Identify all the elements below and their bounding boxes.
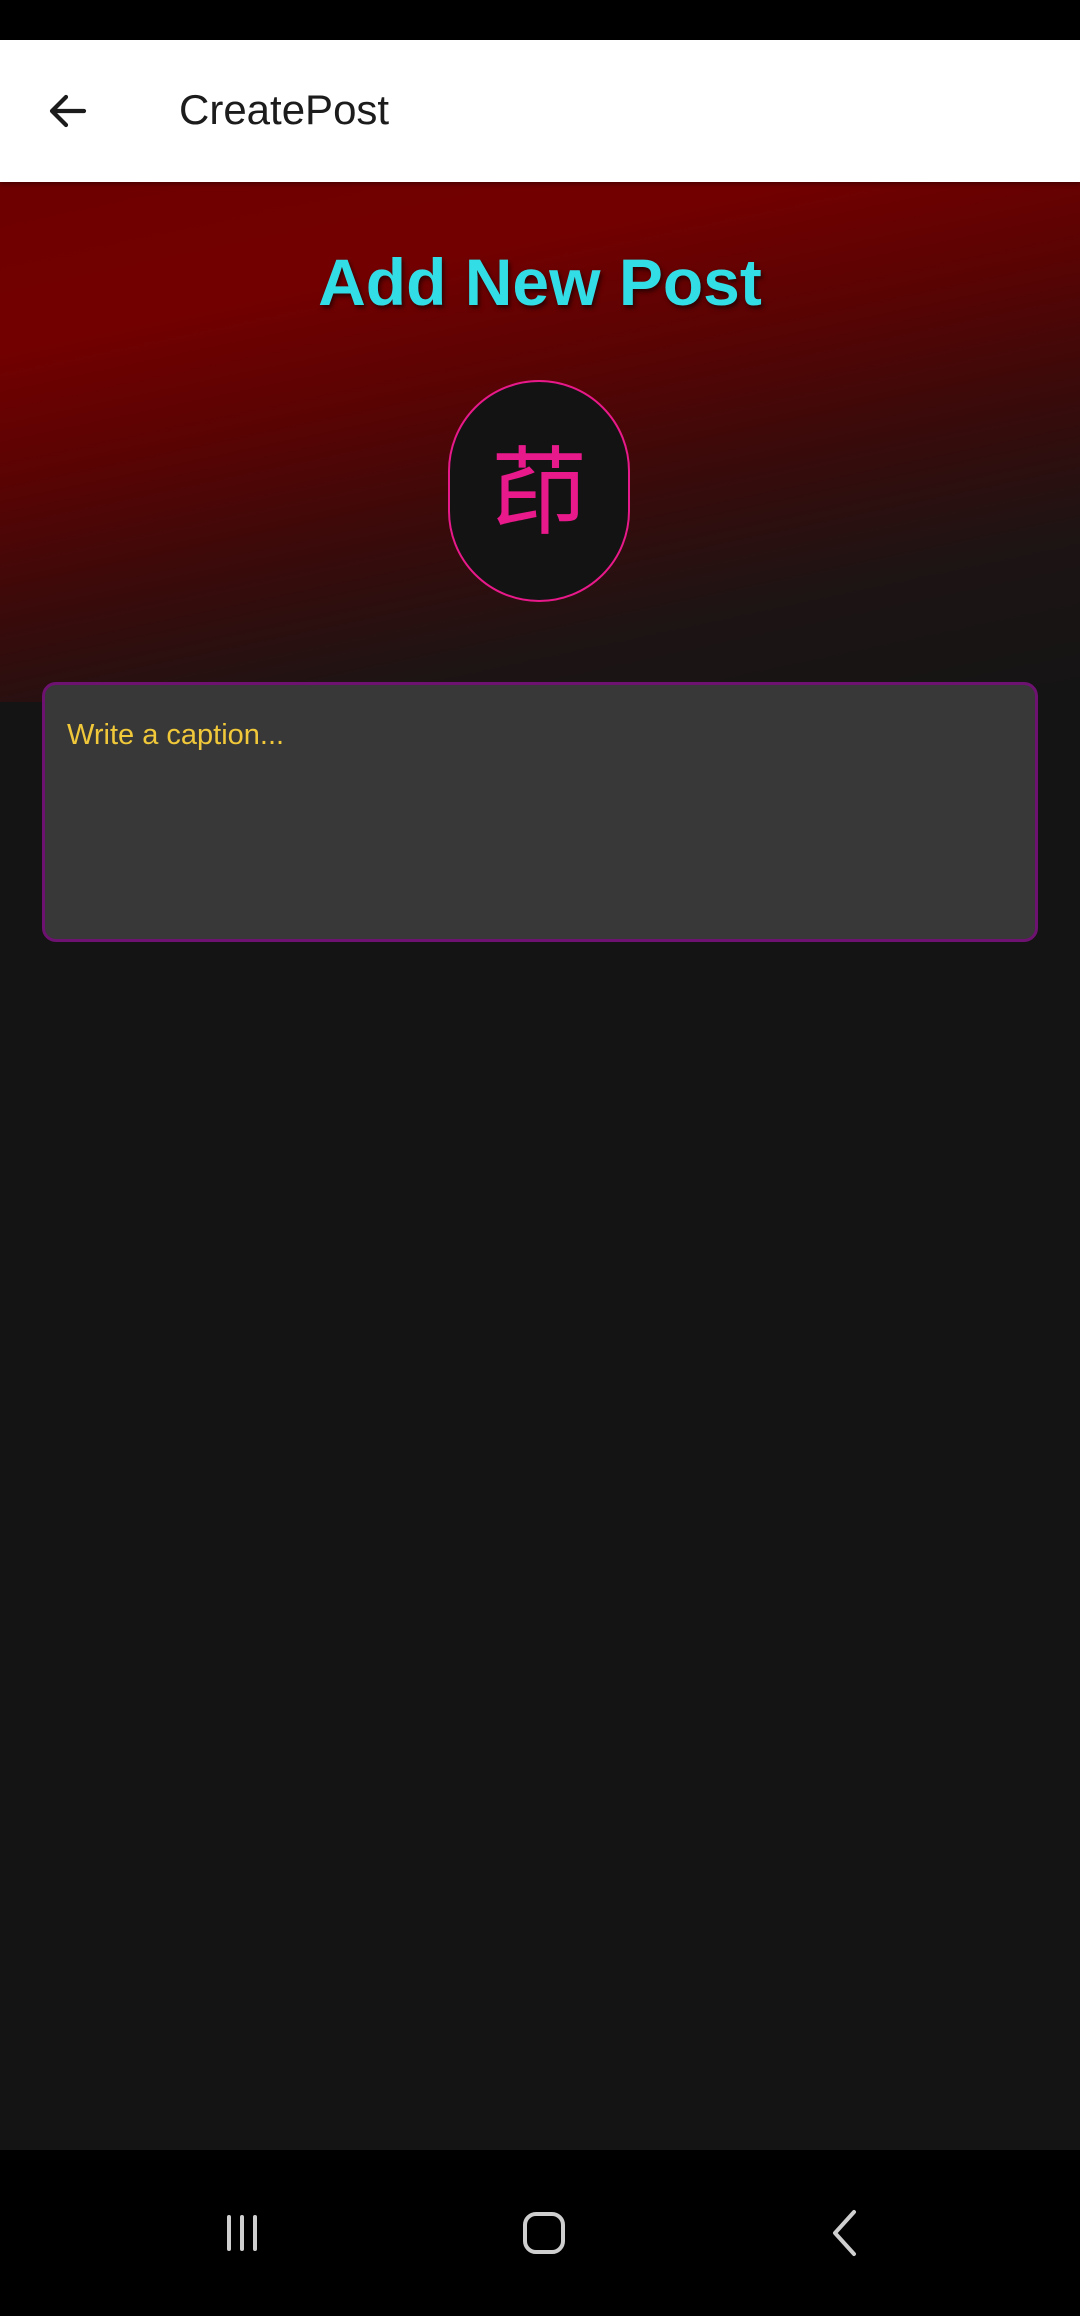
recent-apps-icon <box>227 2215 257 2251</box>
caption-input[interactable] <box>67 715 1013 909</box>
app-bar: CreatePost <box>0 40 1080 182</box>
system-back-icon <box>833 2210 856 2256</box>
system-back-button[interactable] <box>791 2178 901 2288</box>
arrow-left-icon <box>49 94 87 128</box>
back-button[interactable] <box>28 71 108 151</box>
home-button[interactable] <box>489 2178 599 2288</box>
system-navigation-bar <box>0 2150 1080 2316</box>
status-bar <box>0 0 1080 40</box>
home-icon <box>523 2212 565 2254</box>
post-image-picker[interactable]: 茚 <box>448 380 630 602</box>
caption-field[interactable] <box>42 682 1038 942</box>
app-bar-title: CreatePost <box>179 86 390 133</box>
create-post-screen: CreatePost Add New Post 茚 <box>0 0 1080 2316</box>
recent-apps-button[interactable] <box>187 2178 297 2288</box>
image-placeholder-glyph: 茚 <box>491 437 587 549</box>
page-title: Add New Post <box>318 245 762 319</box>
